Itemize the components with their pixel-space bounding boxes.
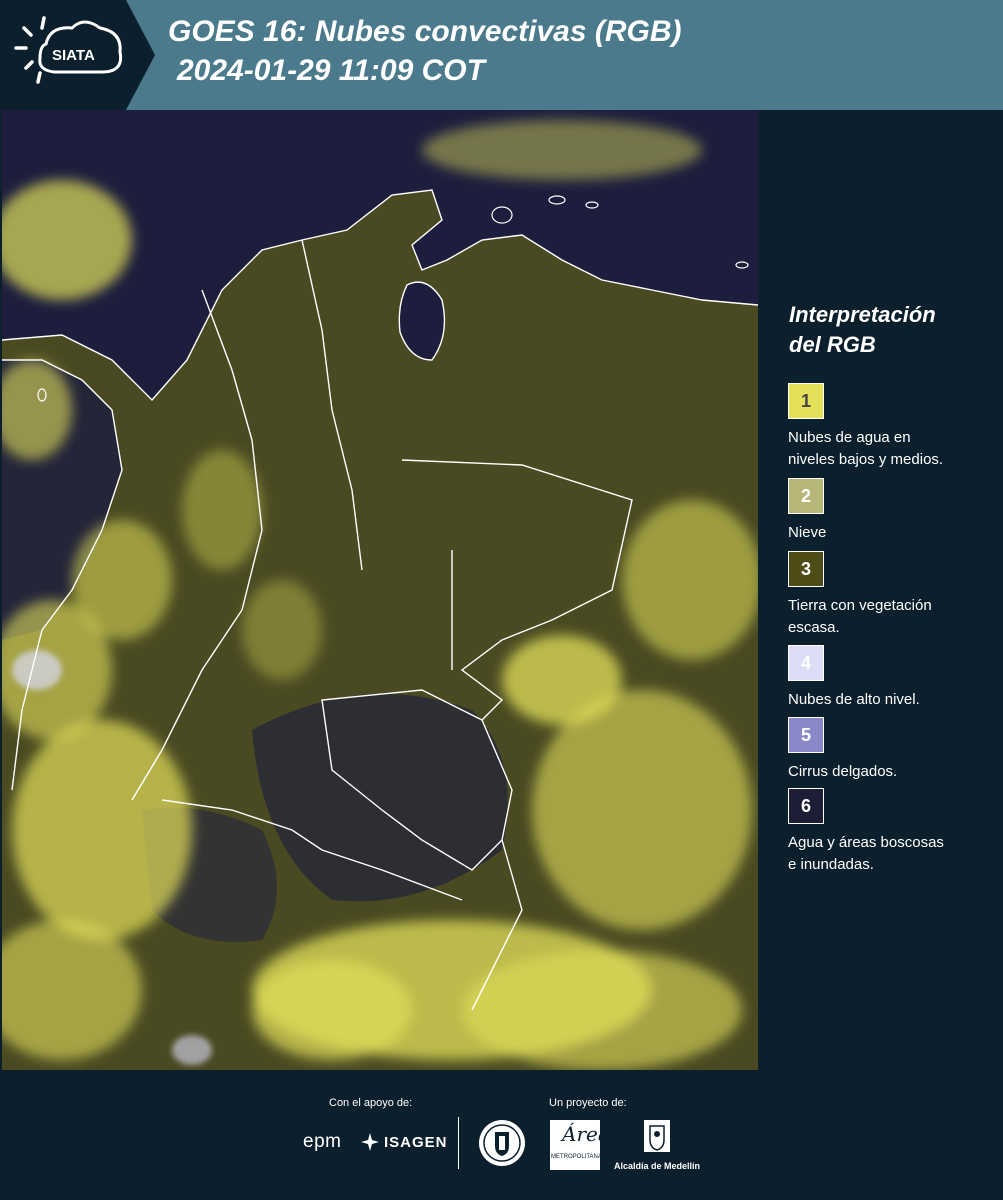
legend-item-6: 6 Agua y áreas boscosas e inundadas. [788, 788, 988, 876]
legend-label: Agua y áreas boscosas e inundadas. [788, 834, 944, 873]
legend-label: Tierra con vegetación escasa. [788, 597, 932, 636]
footer: Con el apoyo de: Un proyecto de: epm ISA… [0, 1070, 1003, 1200]
epm-logo[interactable]: epm [303, 1131, 341, 1153]
svg-text:SIATA: SIATA [52, 47, 95, 64]
satellite-map[interactable] [2, 110, 758, 1070]
medellin-seal-icon[interactable] [477, 1118, 527, 1173]
legend-swatch: 4 [788, 645, 824, 681]
legend-item-1: 1 Nubes de agua en niveles bajos y medios… [788, 383, 988, 471]
legend-label: Nieve [788, 524, 827, 541]
legend-swatch: 5 [788, 717, 824, 753]
legend-label: Cirrus delgados. [788, 763, 898, 780]
legend-item-2: 2 Nieve [788, 478, 988, 544]
isagen-logo[interactable]: ISAGEN [360, 1132, 448, 1152]
timestamp: 2024-01-29 11:09 COT [177, 54, 485, 87]
siata-logo[interactable]: SIATA [0, 0, 155, 110]
legend-title: Interpretación del RGB [789, 302, 936, 357]
project-label: Un proyecto de: [549, 1097, 627, 1109]
legend-label: Nubes de alto nivel. [788, 691, 920, 708]
legend-swatch: 6 [788, 788, 824, 824]
legend-swatch: 2 [788, 478, 824, 514]
legend-swatch: 3 [788, 551, 824, 587]
legend-item-5: 5 Cirrus delgados. [788, 717, 988, 783]
legend-swatch: 1 [788, 383, 824, 419]
isagen-star-icon [361, 1133, 379, 1151]
legend-item-3: 3 Tierra con vegetación escasa. [788, 551, 988, 639]
area-metropolitana-logo[interactable]: Área METROPOLITANA [550, 1120, 610, 1170]
alcaldia-emblem-icon [644, 1120, 670, 1152]
page-title: GOES 16: Nubes convectivas (RGB) [168, 15, 682, 48]
legend-item-4: 4 Nubes de alto nivel. [788, 645, 988, 711]
legend-label: Nubes de agua en niveles bajos y medios. [788, 429, 944, 468]
support-label: Con el apoyo de: [329, 1097, 413, 1109]
header-bar: SIATA GOES 16: Nubes convectivas (RGB) 2… [0, 0, 1003, 110]
footer-divider [458, 1117, 459, 1169]
alcaldia-medellin-logo[interactable]: Alcaldía de Medellín [612, 1118, 702, 1171]
